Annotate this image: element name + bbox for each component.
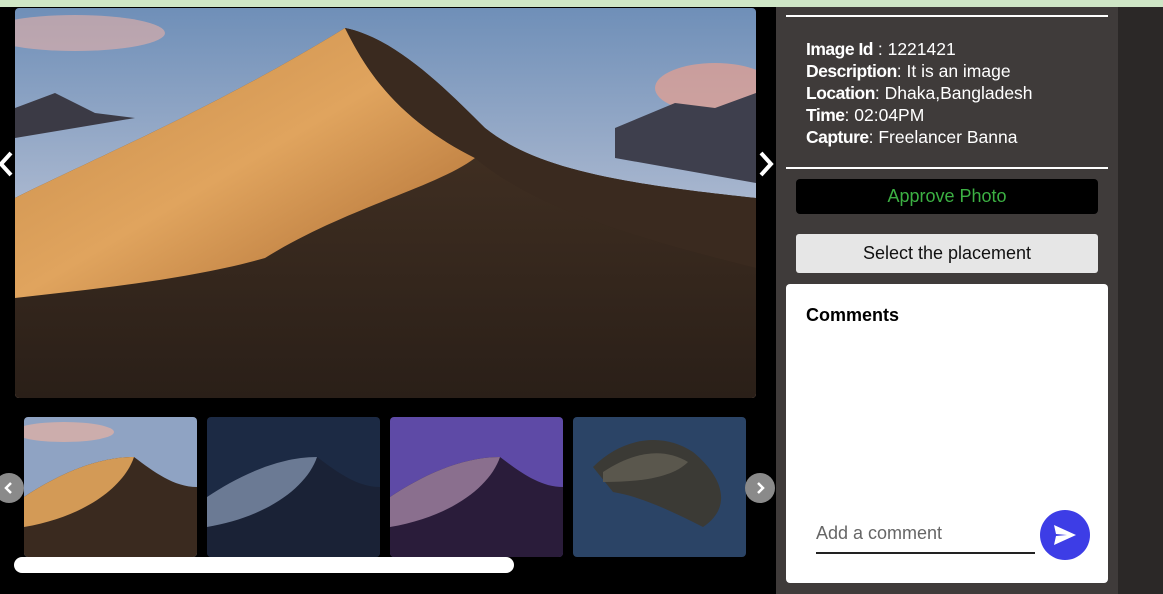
image-info: Image Id : 1221421 Description: It is an… <box>806 38 1106 148</box>
location-value: : Dhaka,Bangladesh <box>874 83 1033 103</box>
send-icon <box>1054 525 1076 545</box>
comments-box: Comments <box>786 284 1108 583</box>
comments-title: Comments <box>806 305 900 325</box>
location-label: Location <box>806 83 875 103</box>
send-comment-button[interactable] <box>1040 510 1090 560</box>
details-panel: Image Id : 1221421 Description: It is an… <box>776 7 1118 594</box>
comment-input[interactable] <box>816 514 1035 554</box>
divider-top <box>786 15 1108 17</box>
image-id-label: Image Id <box>806 39 874 59</box>
select-placement-button[interactable]: Select the placement <box>796 234 1098 273</box>
thumbnail-desert-purple[interactable] <box>390 417 563 557</box>
thumbnail-scrollbar[interactable] <box>14 557 514 573</box>
main-image <box>15 8 756 398</box>
top-bar <box>0 0 1163 7</box>
image-gallery <box>0 7 776 594</box>
divider-bottom <box>786 167 1108 169</box>
time-row: Time: 02:04PM <box>806 104 1106 126</box>
capture-row: Capture: Freelancer Banna <box>806 126 1106 148</box>
location-row: Location: Dhaka,Bangladesh <box>806 82 1106 104</box>
chevron-left-icon[interactable] <box>0 149 18 179</box>
thumbnails-prev-button[interactable] <box>0 473 24 503</box>
description-label: Description <box>806 61 897 81</box>
thumbnail-island[interactable] <box>573 417 746 557</box>
image-id-value: : 1221421 <box>873 39 956 59</box>
capture-value: : Freelancer Banna <box>868 127 1018 147</box>
right-edge-strip <box>1118 7 1163 594</box>
thumbnails-next-button[interactable] <box>745 473 775 503</box>
image-id-row: Image Id : 1221421 <box>806 38 1106 60</box>
chevron-right-icon <box>757 482 765 494</box>
chevron-right-icon[interactable] <box>754 149 778 179</box>
time-label: Time <box>806 105 845 125</box>
time-value: : 02:04PM <box>844 105 925 125</box>
thumbnail-strip <box>24 417 746 557</box>
thumbnail-desert-day[interactable] <box>24 417 197 557</box>
chevron-left-icon <box>4 482 12 494</box>
capture-label: Capture <box>806 127 869 147</box>
thumbnail-desert-night[interactable] <box>207 417 380 557</box>
approve-photo-button[interactable]: Approve Photo <box>796 179 1098 214</box>
description-value: : It is an image <box>896 61 1011 81</box>
description-row: Description: It is an image <box>806 60 1106 82</box>
